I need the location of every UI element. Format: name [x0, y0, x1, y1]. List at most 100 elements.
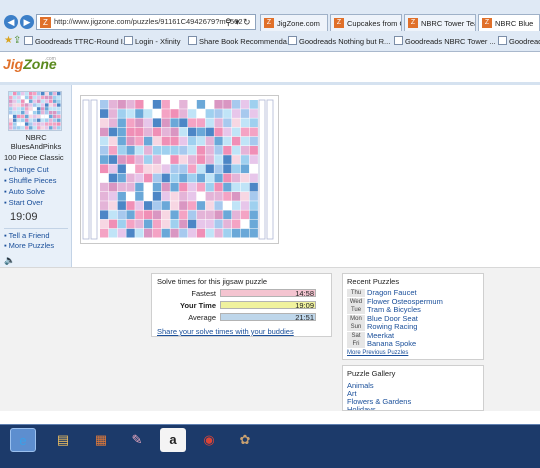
- browser-tab[interactable]: ZNBRC Tower Team Challenge: ...: [404, 14, 476, 31]
- puzzle-piece: [53, 111, 57, 115]
- favorites-star-icon[interactable]: ★: [4, 35, 13, 46]
- puzzle-piece: [179, 100, 188, 109]
- puzzle-piece: [170, 228, 179, 238]
- address-bar[interactable]: Z http://www.jigzone.com/puzzles/91161C4…: [36, 14, 256, 30]
- recent-puzzle-link[interactable]: Banana Spoke: [367, 339, 416, 348]
- puzzle-piece: [53, 122, 57, 126]
- puzzle-piece: [144, 136, 153, 146]
- puzzle-piece: [45, 122, 49, 126]
- puzzle-piece: [196, 127, 206, 137]
- puzzle-board[interactable]: [80, 95, 279, 244]
- puzzle-piece: [37, 103, 41, 107]
- browser-tab[interactable]: ZCupcakes from Captain Cupca...: [330, 14, 402, 31]
- puzzle-piece: [45, 118, 49, 122]
- puzzle-piece: [223, 118, 232, 128]
- puzzle-piece: [126, 201, 135, 210]
- favorite-link[interactable]: Share Book Recommenda...: [188, 36, 293, 48]
- paint-icon[interactable]: ✎: [124, 428, 150, 452]
- sound-icon[interactable]: 🔈: [4, 255, 15, 266]
- search-icon[interactable]: ⚲: [225, 17, 232, 28]
- favorite-link[interactable]: Goodreads Nothing but R...: [288, 36, 390, 48]
- amazon-icon[interactable]: a: [160, 428, 186, 452]
- puzzle-piece: [100, 182, 109, 192]
- puzzle-piece: [117, 182, 126, 192]
- puzzle-piece: [21, 126, 25, 130]
- puzzle-piece: [232, 155, 241, 164]
- puzzle-piece: [205, 127, 214, 137]
- puzzle-piece: [240, 192, 250, 201]
- bullet-icon: ▪: [4, 187, 7, 196]
- sidebar-link-label: Shuffle Pieces: [8, 176, 57, 185]
- puzzle-piece: [53, 95, 57, 100]
- puzzle-piece: [135, 109, 144, 118]
- puzzle-piece: [9, 122, 13, 126]
- refresh-icon[interactable]: ↻: [243, 17, 251, 28]
- puzzle-piece: [135, 118, 144, 128]
- gallery-category-link[interactable]: Holidays: [347, 405, 376, 410]
- puzzle-piece: [179, 164, 188, 174]
- puzzle-piece: [57, 126, 61, 130]
- puzzle-piece: [214, 228, 223, 238]
- ie-icon[interactable]: e: [10, 428, 36, 452]
- media-icon[interactable]: ▦: [88, 428, 114, 452]
- favorite-link[interactable]: Goodreads TTRC-Round I...: [24, 36, 129, 48]
- puzzle-piece: [117, 192, 126, 201]
- sidebar-link[interactable]: ▪ More Puzzles: [4, 241, 54, 250]
- puzzle-piece: [188, 155, 197, 164]
- solve-row-label: Your Time: [180, 301, 216, 310]
- puzzle-piece: [49, 111, 53, 115]
- puzzle-piece: [13, 99, 17, 103]
- add-favorite-icon[interactable]: ⇪: [13, 35, 21, 46]
- piece-tray-bar: [266, 99, 274, 240]
- browser-tab[interactable]: Z NBRC Blue: [478, 14, 540, 31]
- favorite-label: Goodreads: [509, 37, 540, 46]
- puzzle-piece: [161, 100, 170, 109]
- sidebar-link[interactable]: ▪ Auto Solve: [4, 187, 45, 196]
- puzzle-piece: [135, 136, 144, 146]
- puzzle-piece: [49, 118, 53, 122]
- puzzle-piece: [25, 122, 29, 126]
- puzzle-piece: [49, 107, 53, 111]
- puzzle-piece: [161, 182, 170, 192]
- sidebar-link[interactable]: ▪ Change Cut: [4, 165, 49, 174]
- puzzle-piece: [152, 155, 162, 164]
- logo-suffix: .com: [45, 56, 56, 62]
- sidebar-link[interactable]: ▪ Tell a Friend: [4, 231, 50, 240]
- puzzle-piece: [126, 164, 135, 174]
- puzzle-piece: [33, 95, 37, 100]
- puzzle-piece: [117, 219, 126, 229]
- puzzle-piece: [25, 118, 29, 122]
- puzzle-piece: [9, 114, 13, 119]
- browser-tab[interactable]: Z JigZone.com: [260, 14, 328, 31]
- favorite-link[interactable]: Goodreads NBRC Tower ...: [394, 36, 496, 48]
- sidebar-link[interactable]: ▪ Shuffle Pieces: [4, 176, 56, 185]
- dropdown-icon[interactable]: ▾: [235, 17, 240, 28]
- more-previous-link[interactable]: More Previous Puzzles: [347, 350, 408, 356]
- palette-icon[interactable]: ✿: [232, 428, 258, 452]
- puzzle-piece: [152, 146, 162, 155]
- puzzle-piece: [223, 228, 232, 238]
- puzzle-piece: [29, 114, 33, 119]
- puzzle-piece: [196, 136, 206, 146]
- puzzle-piece: [53, 99, 57, 103]
- puzzle-piece: [240, 118, 250, 128]
- favorite-link[interactable]: Goodreads: [498, 36, 540, 48]
- chrome-icon[interactable]: ◉: [196, 428, 222, 452]
- puzzle-piece: [135, 192, 144, 201]
- share-times-link[interactable]: Share your solve times with your buddies: [157, 327, 294, 336]
- puzzle-piece: [108, 192, 118, 201]
- forward-button[interactable]: ▶: [20, 15, 34, 29]
- folder-icon[interactable]: ▤: [50, 428, 76, 452]
- puzzle-gallery-title: Puzzle Gallery: [347, 369, 396, 378]
- sidebar-link[interactable]: ▪ Start Over: [4, 198, 43, 207]
- recent-day-badge: Fri: [347, 340, 365, 348]
- puzzle-piece: [37, 92, 41, 96]
- puzzle-thumbnail[interactable]: [8, 91, 62, 131]
- puzzle-piece: [13, 126, 17, 130]
- back-button[interactable]: ◀: [4, 15, 18, 29]
- puzzle-piece: [214, 118, 223, 128]
- favorite-link[interactable]: Login - Xfinity: [124, 36, 180, 48]
- puzzle-piece: [196, 155, 206, 164]
- puzzle-piece: [240, 136, 250, 146]
- puzzle-piece: [170, 219, 179, 229]
